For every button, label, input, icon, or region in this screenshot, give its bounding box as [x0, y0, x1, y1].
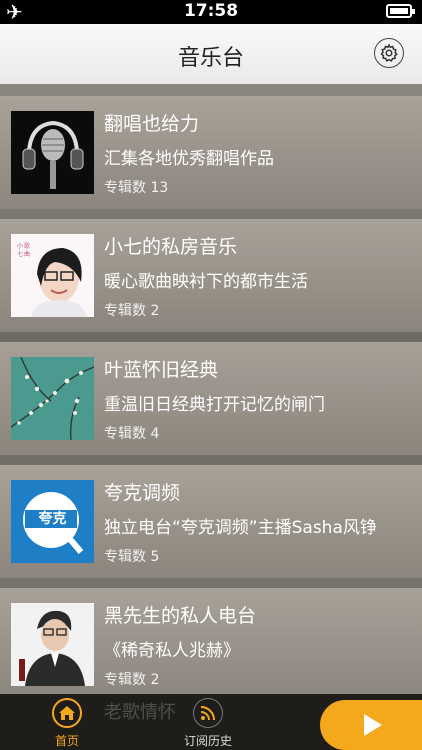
album-count: 专辑数 2 — [104, 672, 160, 688]
channel-thumbnail-man — [11, 603, 94, 686]
album-count: 专辑数 5 — [104, 549, 160, 565]
rss-icon — [193, 698, 223, 728]
svg-text:曲: 曲 — [24, 250, 30, 258]
channel-title: 夸克调频 — [104, 482, 181, 504]
channel-card-cover-songs[interactable]: 翻唱也给力 汇集各地优秀翻唱作品 专辑数 13 — [0, 96, 422, 209]
channel-list[interactable]: 翻唱也给力 汇集各地优秀翻唱作品 专辑数 13 小七歌曲 小七的私房音乐 暖心歌… — [0, 84, 422, 694]
home-icon — [52, 698, 82, 728]
tab-bar: 老歌情怀 首页 订阅历史 — [0, 694, 422, 750]
channel-description: 重温旧日经典打开记忆的闸门 — [104, 395, 325, 415]
album-count: 专辑数 4 — [104, 426, 160, 442]
album-count: 专辑数 2 — [104, 303, 160, 319]
battery-icon — [386, 4, 415, 18]
page-title: 音乐台 — [177, 46, 244, 71]
channel-title: 翻唱也给力 — [104, 113, 200, 135]
channel-card-yelan[interactable]: 叶蓝怀旧经典 重温旧日经典打开记忆的闸门 专辑数 4 — [0, 342, 422, 455]
channel-card-mr-hei[interactable]: 黑先生的私人电台 《稀奇私人兆赫》 专辑数 2 — [0, 588, 422, 694]
channel-thumbnail-quark-logo: 夸克 — [11, 480, 94, 563]
play-button[interactable] — [320, 700, 422, 750]
channel-description: 暖心歌曲映衬下的都市生活 — [104, 272, 308, 292]
channel-card-xiaoqi[interactable]: 小七歌曲 小七的私房音乐 暖心歌曲映衬下的都市生活 专辑数 2 — [0, 219, 422, 332]
channel-thumbnail-blossom — [11, 357, 94, 440]
tab-home-label: 首页 — [54, 734, 79, 748]
channel-title: 黑先生的私人电台 — [104, 605, 257, 627]
channel-description: 汇集各地优秀翻唱作品 — [104, 149, 274, 169]
nav-bar: 音乐台 — [0, 24, 422, 85]
tab-home[interactable]: 首页 — [27, 698, 107, 749]
channel-thumbnail-microphone — [11, 111, 94, 194]
status-time: 17:58 — [183, 1, 239, 21]
status-bar: ✈ 17:58 — [0, 0, 422, 24]
tab-subscription-history[interactable]: 订阅历史 — [168, 698, 248, 749]
gear-icon — [380, 43, 398, 62]
album-count: 专辑数 13 — [104, 180, 169, 196]
channel-title: 叶蓝怀旧经典 — [104, 359, 219, 381]
channel-thumbnail-portrait: 小七歌曲 — [11, 234, 94, 317]
svg-text:小: 小 — [17, 242, 23, 250]
channel-title: 小七的私房音乐 — [104, 236, 238, 258]
partial-next-channel-title: 老歌情怀 — [104, 702, 176, 723]
play-icon — [364, 714, 382, 736]
channel-description: 独立电台“夸克调频”主播Sasha风铮 — [104, 518, 377, 538]
tab-history-label: 订阅历史 — [183, 734, 232, 748]
channel-description: 《稀奇私人兆赫》 — [104, 641, 240, 661]
svg-text:歌: 歌 — [24, 242, 30, 250]
settings-button[interactable] — [374, 38, 404, 68]
quark-logo-text: 夸克 — [38, 511, 67, 527]
svg-text:七: 七 — [17, 250, 23, 258]
channel-card-quark-fm[interactable]: 夸克 夸克调频 独立电台“夸克调频”主播Sasha风铮 专辑数 5 — [0, 465, 422, 578]
